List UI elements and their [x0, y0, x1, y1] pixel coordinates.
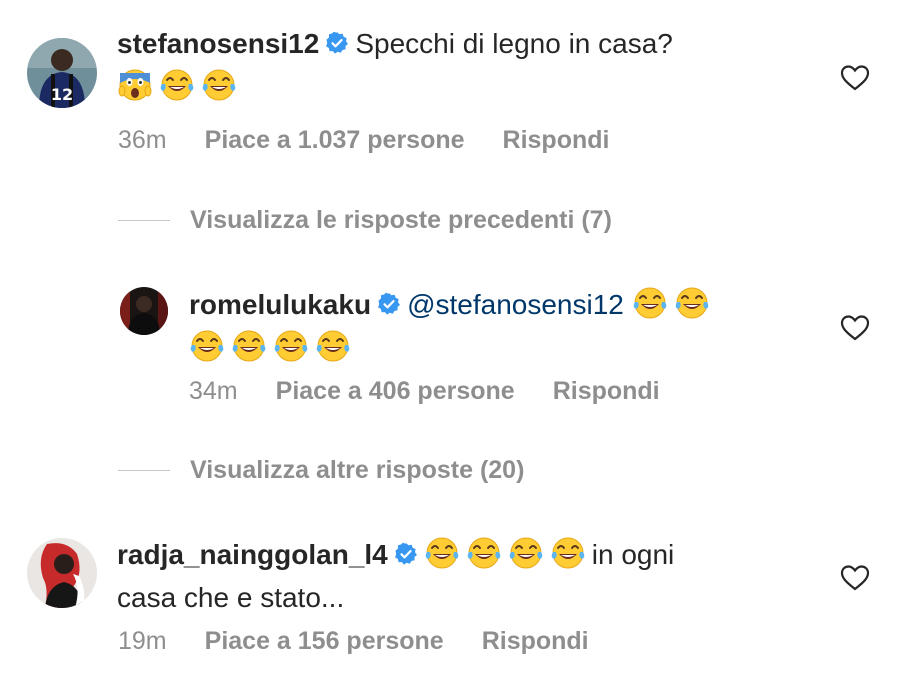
heart-icon[interactable]: [840, 64, 870, 92]
divider: [118, 470, 170, 471]
heart-icon[interactable]: [840, 564, 870, 592]
comment-meta: 34m Piace a 406 persone Rispondi: [189, 377, 660, 406]
reply-button[interactable]: Rispondi: [553, 377, 660, 406]
verified-badge-icon: [394, 542, 418, 566]
avatar[interactable]: 12: [27, 38, 97, 108]
comment-body: Specchi di legno in casa?: [355, 28, 673, 59]
likes-count[interactable]: Piace a 156 persone: [205, 627, 444, 656]
comment-text: stefanosensi12 Specchi di legno in casa?: [117, 22, 673, 108]
reply-button[interactable]: Rispondi: [503, 126, 610, 155]
heart-icon[interactable]: [840, 314, 870, 342]
username[interactable]: radja_nainggolan_l4: [117, 539, 388, 570]
comment-meta: 36m Piace a 1.037 persone Rispondi: [118, 126, 609, 155]
svg-text:12: 12: [51, 85, 73, 104]
thread-toggle-label: Visualizza altre risposte (20): [190, 456, 525, 484]
face-with-tears-of-joy-icon: [508, 535, 544, 571]
thread-toggle-label: Visualizza le risposte precedenti (7): [190, 206, 612, 234]
likes-count[interactable]: Piace a 406 persone: [276, 377, 515, 406]
comment-meta: 19m Piace a 156 persone Rispondi: [118, 627, 589, 656]
avatar[interactable]: [120, 287, 168, 335]
comment-text: romelulukaku @stefanosensi12: [189, 283, 716, 369]
reply-button[interactable]: Rispondi: [482, 627, 589, 656]
verified-badge-icon: [325, 31, 349, 55]
verified-badge-icon: [377, 292, 401, 316]
comment-time: 36m: [118, 126, 167, 154]
comment-body-line1: in ogni: [591, 539, 675, 570]
face-with-tears-of-joy-icon: [189, 328, 225, 364]
divider: [118, 220, 170, 221]
username[interactable]: stefanosensi12: [117, 28, 319, 59]
face-with-tears-of-joy-icon: [231, 328, 267, 364]
comment-time: 34m: [189, 377, 238, 405]
comment-text: radja_nainggolan_l4 in ogni casa che e st…: [117, 533, 674, 619]
face-screaming-in-fear-icon: [117, 67, 153, 103]
comment-body-line2: casa che e stato...: [117, 582, 345, 613]
face-with-tears-of-joy-icon: [424, 535, 460, 571]
face-with-tears-of-joy-icon: [466, 535, 502, 571]
face-with-tears-of-joy-icon: [273, 328, 309, 364]
comment-time: 19m: [118, 627, 167, 655]
likes-count[interactable]: Piace a 1.037 persone: [205, 126, 465, 155]
mention-link[interactable]: @stefanosensi12: [407, 289, 624, 320]
face-with-tears-of-joy-icon: [550, 535, 586, 571]
face-with-tears-of-joy-icon: [315, 328, 351, 364]
view-more-replies[interactable]: Visualizza altre risposte (20): [118, 456, 524, 485]
username[interactable]: romelulukaku: [189, 289, 371, 320]
face-with-tears-of-joy-icon: [674, 285, 710, 321]
face-with-tears-of-joy-icon: [201, 67, 237, 103]
face-with-tears-of-joy-icon: [159, 67, 195, 103]
face-with-tears-of-joy-icon: [632, 285, 668, 321]
avatar[interactable]: [27, 538, 97, 608]
view-previous-replies[interactable]: Visualizza le risposte precedenti (7): [118, 206, 612, 235]
